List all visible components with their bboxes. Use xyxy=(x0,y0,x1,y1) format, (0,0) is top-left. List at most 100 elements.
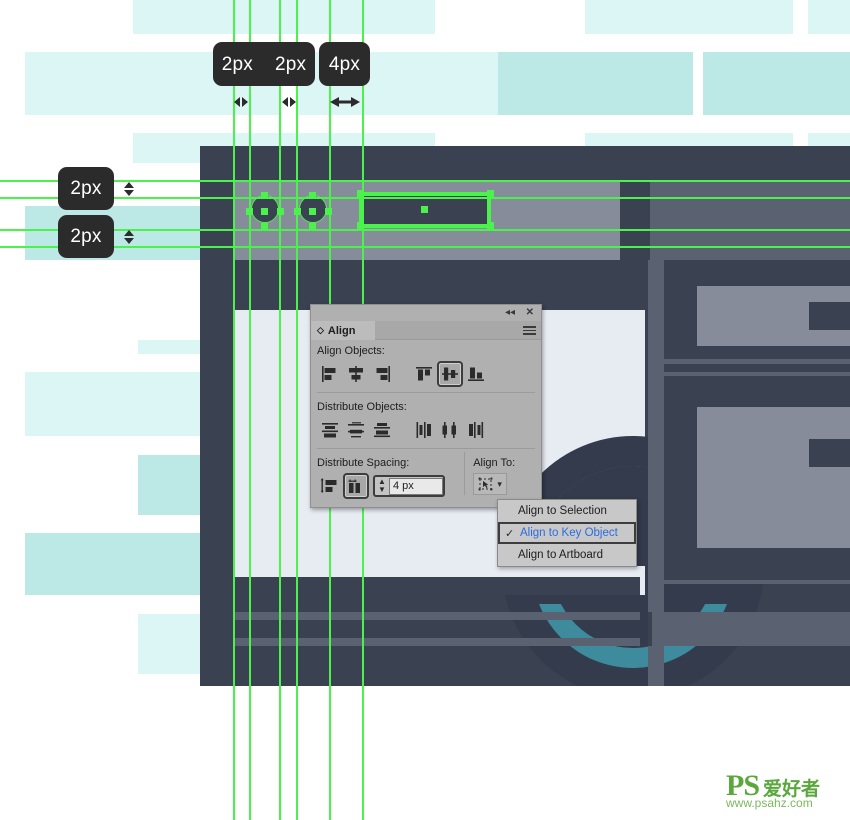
cyan-block xyxy=(585,133,793,147)
anchor-point[interactable] xyxy=(487,190,494,197)
horizontal-double-arrow-icon xyxy=(330,97,360,107)
menu-item-align-to-artboard[interactable]: Align to Artboard xyxy=(498,544,636,566)
menu-item-label: Align to Selection xyxy=(518,505,607,517)
watermark: PS 爱好者 www.psahz.com xyxy=(726,771,844,814)
mockup-card-thumb-cut xyxy=(809,302,850,330)
vertical-double-arrow-icon xyxy=(120,227,138,247)
horizontal-double-arrow-icon xyxy=(282,97,296,107)
spacing-value-input[interactable]: 4 px xyxy=(389,477,443,495)
vertical-guide xyxy=(233,0,235,820)
vertical-double-arrow-icon xyxy=(124,182,134,196)
align-bottom-edges-button[interactable] xyxy=(463,361,489,387)
cyan-block xyxy=(703,52,850,115)
panel-divider xyxy=(317,448,535,449)
measure-badge-horizontal-pair: 2px 2px xyxy=(213,42,315,86)
anchor-point[interactable] xyxy=(487,222,494,229)
align-horizontal-center-button[interactable] xyxy=(343,361,369,387)
align-objects-row xyxy=(311,359,541,389)
horizontal-double-arrow-icon xyxy=(231,93,251,111)
panel-tab-row: ◇ Align xyxy=(311,321,541,340)
vertical-double-arrow-icon xyxy=(120,179,138,199)
collapse-icon[interactable]: ◂◂ xyxy=(505,307,515,318)
hamburger-menu-icon[interactable] xyxy=(523,326,536,335)
align-left-edges-button[interactable] xyxy=(317,361,343,387)
align-to-dropdown-menu[interactable]: Align to Selection ✓ Align to Key Object… xyxy=(497,499,637,567)
align-vertical-center-button[interactable] xyxy=(437,361,463,387)
align-to-key-object-icon xyxy=(479,477,493,490)
tab-align[interactable]: ◇ Align xyxy=(311,321,375,340)
menu-item-label: Align to Artboard xyxy=(518,549,604,561)
measure-label: 2px xyxy=(275,53,307,75)
cyan-block xyxy=(138,614,200,674)
panel-titlebar: ◂◂ ✕ xyxy=(311,305,541,321)
menu-item-align-to-selection[interactable]: Align to Selection xyxy=(498,500,636,522)
horizontal-double-arrow-icon xyxy=(234,97,248,107)
chevron-down-icon[interactable]: ▾ xyxy=(497,479,502,490)
mockup-toolbar-right-main xyxy=(650,193,850,247)
cyan-block xyxy=(133,0,435,34)
cyan-block xyxy=(498,52,693,115)
measure-label: 2px xyxy=(70,226,102,247)
panel-divider xyxy=(317,392,535,393)
distribute-vertical-bottom-button[interactable] xyxy=(369,417,395,443)
align-objects-label: Align Objects: xyxy=(317,345,385,357)
distribute-horizontal-right-button[interactable] xyxy=(463,417,489,443)
distribute-spacing-section: Distribute Spacing: ▲ ▼ 4 px Align To: ▾ xyxy=(311,452,541,499)
mockup-toolbar-right xyxy=(650,247,850,260)
close-icon[interactable]: ✕ xyxy=(526,307,534,318)
measure-label: 2px xyxy=(70,178,102,199)
vertical-guide xyxy=(249,0,251,820)
distribute-objects-label: Distribute Objects: xyxy=(317,401,407,413)
menu-item-label: Align to Key Object xyxy=(520,527,618,539)
cyan-block xyxy=(138,340,200,354)
align-panel[interactable]: ◂◂ ✕ ◇ Align Align Objects: Distribute O… xyxy=(310,304,542,508)
align-to-dropdown-button[interactable]: ▾ xyxy=(473,473,508,495)
cyan-block xyxy=(138,455,200,515)
vertical-double-arrow-icon xyxy=(124,230,134,244)
align-top-edges-button[interactable] xyxy=(411,361,437,387)
align-to-label: Align To: xyxy=(473,457,516,469)
mockup-card-thumb xyxy=(697,407,850,548)
cyan-block xyxy=(585,0,793,34)
mockup-toolbar-notch xyxy=(200,247,235,260)
tab-align-label: Align xyxy=(327,324,356,337)
anchor-center[interactable] xyxy=(421,206,428,213)
vertical-guide xyxy=(279,0,281,820)
spinner-up-down-icon[interactable]: ▲ ▼ xyxy=(375,478,389,494)
distribute-horizontal-left-button[interactable] xyxy=(411,417,437,443)
align-right-edges-button[interactable] xyxy=(369,361,395,387)
tab-drag-handle-icon: ◇ xyxy=(317,325,324,335)
mockup-footer-gap xyxy=(648,612,652,646)
anchor-center[interactable] xyxy=(261,208,268,215)
horizontal-double-arrow-icon xyxy=(328,93,362,111)
mockup-toolbar-notch xyxy=(620,247,650,260)
anchor-center[interactable] xyxy=(309,208,316,215)
cyan-block xyxy=(25,533,200,595)
measure-badge-vertical-2: 2px xyxy=(58,215,114,258)
measure-badge-vertical-1: 2px xyxy=(58,167,114,210)
check-icon: ✓ xyxy=(505,527,515,540)
measure-badge-4px: 4px xyxy=(319,42,370,86)
mockup-card-thumb-cut xyxy=(809,439,850,467)
distribute-vertical-spacing-button[interactable] xyxy=(317,473,343,499)
cyan-block xyxy=(25,372,200,436)
measure-label: 2px xyxy=(221,53,253,75)
spacing-value-stepper[interactable]: ▲ ▼ 4 px xyxy=(373,475,445,497)
vertical-guide xyxy=(296,0,298,820)
screenshot-canvas: 2px 2px 4px 2px 2px ◂◂ ✕ ◇ Align Align O… xyxy=(0,0,850,820)
distribute-horizontal-spacing-button[interactable] xyxy=(343,473,369,499)
distribute-vertical-top-button[interactable] xyxy=(317,417,343,443)
menu-item-align-to-key-object[interactable]: ✓ Align to Key Object xyxy=(498,522,636,544)
mockup-footer-panel xyxy=(648,612,850,646)
distribute-vertical-center-button[interactable] xyxy=(343,417,369,443)
distribute-horizontal-center-button[interactable] xyxy=(437,417,463,443)
mockup-toolbar-inset xyxy=(620,193,650,247)
mockup-content-panel-tail xyxy=(640,577,645,595)
distribute-spacing-left: Distribute Spacing: ▲ ▼ 4 px xyxy=(317,452,464,499)
measure-label: 4px xyxy=(328,53,361,75)
cyan-block xyxy=(808,0,850,34)
align-to-section: Align To: ▾ xyxy=(464,452,535,495)
distribute-spacing-label: Distribute Spacing: xyxy=(317,457,410,469)
watermark-url: www.psahz.com xyxy=(726,796,813,810)
horizontal-double-arrow-icon xyxy=(279,93,299,111)
